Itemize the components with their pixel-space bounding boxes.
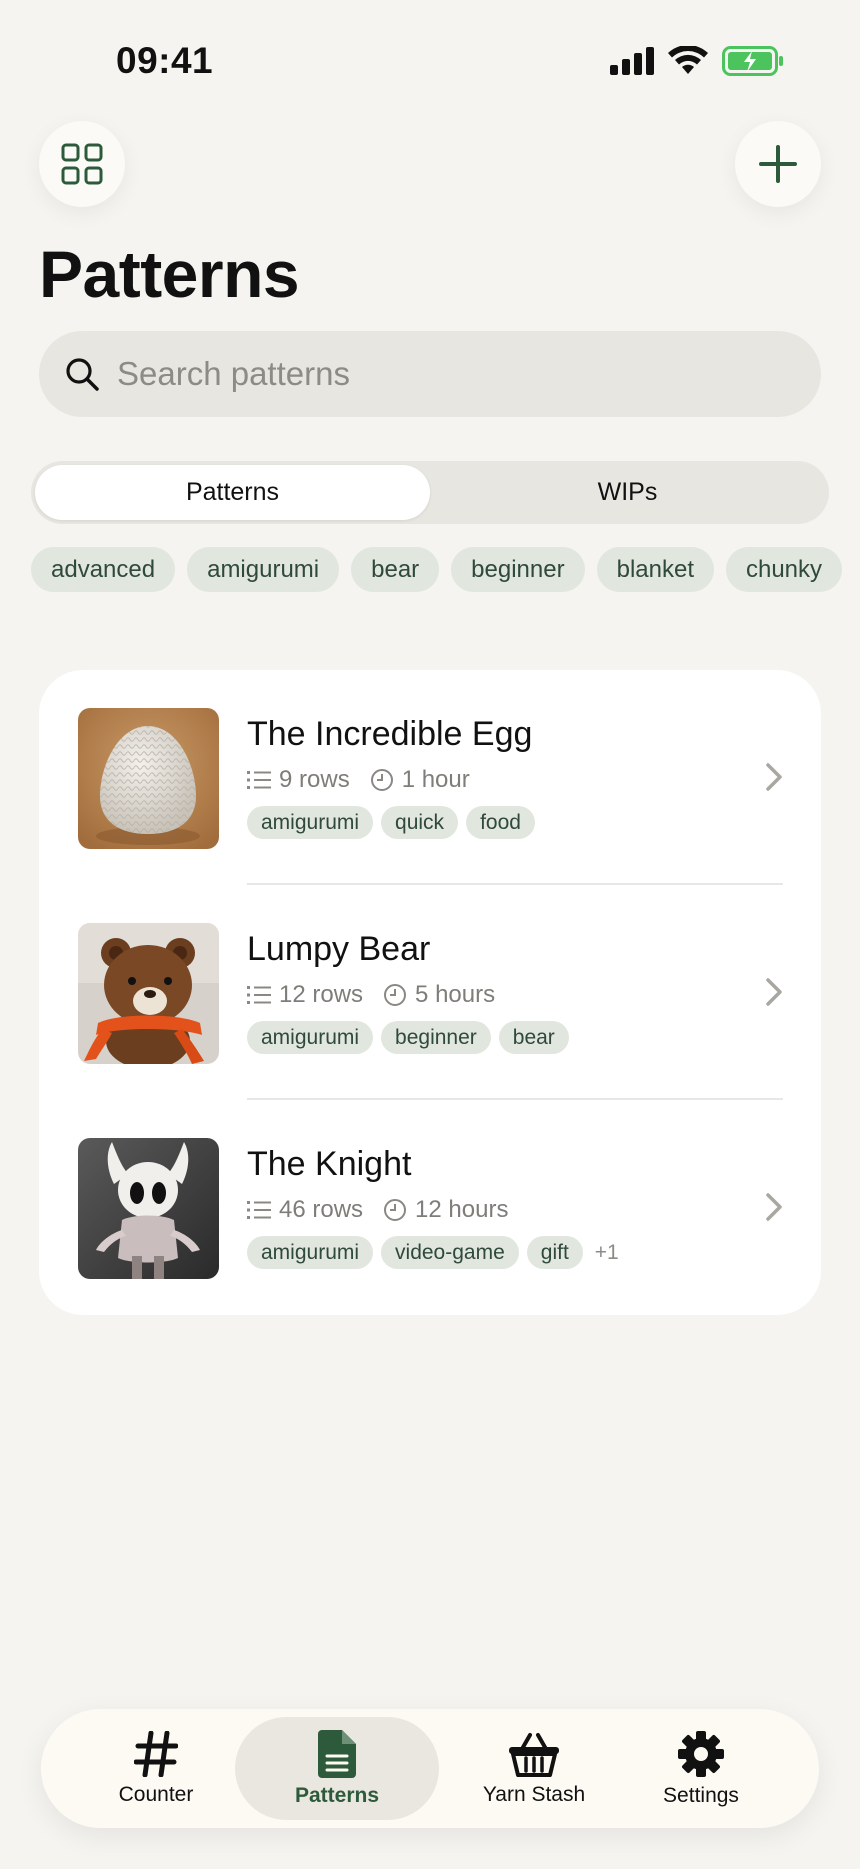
plus-icon (759, 145, 797, 183)
page-title: Patterns (39, 237, 300, 311)
tag-pill: beginner (381, 1021, 491, 1054)
pattern-meta: 12 rows 5 hours (247, 981, 515, 1009)
time-estimate: 12 hours (415, 1196, 509, 1223)
chevron-right-icon (766, 978, 782, 1006)
status-time: 09:41 (116, 40, 214, 81)
chevron-right-icon (766, 1193, 782, 1221)
document-icon (318, 1729, 356, 1778)
tag-filter-row: advanced amigurumi bear beginner blanket… (31, 547, 843, 592)
row-count: 12 rows (279, 981, 364, 1008)
tag-pill: bear (498, 1021, 569, 1054)
pattern-thumbnail (78, 923, 219, 1064)
tag-pill: video-game (381, 1236, 519, 1269)
time-estimate: 5 hours (415, 981, 496, 1008)
bottom-tab-bar: Counter Patterns Yarn Stash Settings (41, 1709, 819, 1828)
basket-icon (509, 1732, 559, 1777)
pattern-thumbnail (78, 708, 219, 849)
filter-tag[interactable]: advanced (31, 547, 176, 592)
tab-label: Settings (663, 1783, 739, 1807)
add-pattern-button[interactable] (735, 121, 821, 207)
list-icon (247, 1201, 271, 1219)
layout-toggle-button[interactable] (39, 121, 125, 207)
filter-tag[interactable]: amigurumi (187, 547, 340, 592)
pattern-row[interactable]: The Incredible Egg 9 rows 1 hour amiguru… (39, 670, 821, 885)
filter-tag[interactable]: blanket (596, 547, 714, 592)
signal-icon (610, 47, 654, 75)
battery-icon (722, 46, 783, 76)
pattern-list: The Incredible Egg 9 rows 1 hour amiguru… (39, 670, 821, 1315)
pattern-title: Lumpy Bear (247, 930, 431, 968)
tag-pill: amigurumi (247, 1021, 374, 1054)
pattern-tags: amigurumi quick food (247, 806, 535, 839)
pattern-tags: amigurumi video-game gift +1 (247, 1236, 619, 1269)
search-icon (66, 358, 99, 391)
tag-pill: gift (526, 1236, 583, 1269)
filter-tag[interactable]: bear (351, 547, 440, 592)
search-input[interactable] (117, 355, 757, 393)
segment-patterns[interactable]: Patterns (35, 465, 430, 520)
tab-label: Patterns (294, 1783, 380, 1807)
segmented-control: Patterns WIPs (31, 461, 829, 524)
pattern-row[interactable]: Lumpy Bear 12 rows 5 hours amigurumi beg… (39, 885, 821, 1100)
segment-wips[interactable]: WIPs (430, 465, 825, 520)
clock-icon (370, 769, 393, 791)
wifi-icon (668, 46, 708, 74)
tab-label: Counter (118, 1782, 194, 1806)
filter-tag[interactable]: chunky (725, 547, 843, 592)
pattern-meta: 46 rows 12 hours (247, 1196, 528, 1224)
pattern-title: The Incredible Egg (247, 715, 533, 753)
tab-patterns[interactable]: Patterns (235, 1717, 439, 1820)
tag-pill: amigurumi (247, 1236, 374, 1269)
more-tags-count: +1 (594, 1240, 619, 1264)
row-count: 9 rows (279, 766, 350, 793)
tab-yarn-stash[interactable]: Yarn Stash (459, 1709, 609, 1828)
tab-counter[interactable]: Counter (91, 1709, 221, 1828)
pattern-title: The Knight (247, 1145, 412, 1183)
status-bar: 09:41 (0, 0, 860, 110)
tag-pill: food (466, 806, 535, 839)
tab-settings[interactable]: Settings (636, 1709, 766, 1828)
pattern-thumbnail (78, 1138, 219, 1279)
pattern-row[interactable]: The Knight 46 rows 12 hours amigurumi vi… (39, 1100, 821, 1315)
search-bar[interactable] (39, 331, 821, 417)
pattern-meta: 9 rows 1 hour (247, 766, 490, 794)
list-icon (247, 771, 271, 789)
pattern-tags: amigurumi beginner bear (247, 1021, 569, 1054)
tag-pill: quick (381, 806, 459, 839)
list-icon (247, 986, 271, 1004)
grid-icon (61, 143, 103, 185)
gear-icon (678, 1730, 724, 1777)
row-count: 46 rows (279, 1196, 364, 1223)
clock-icon (384, 1199, 407, 1221)
tab-label: Yarn Stash (482, 1782, 586, 1806)
clock-icon (384, 984, 407, 1006)
time-estimate: 1 hour (401, 766, 470, 793)
filter-tag[interactable]: beginner (451, 547, 585, 592)
chevron-right-icon (766, 763, 782, 791)
tag-pill: amigurumi (247, 806, 374, 839)
status-icons (610, 46, 784, 76)
hash-icon (134, 1730, 178, 1777)
